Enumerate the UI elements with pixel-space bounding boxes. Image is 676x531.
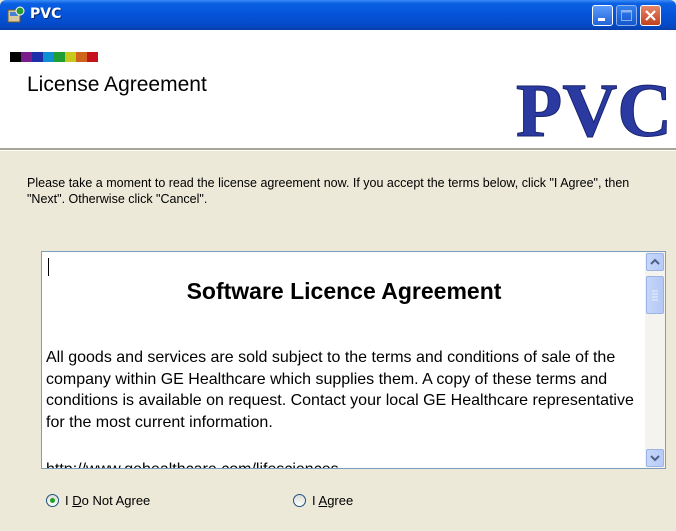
minimize-icon (598, 18, 605, 21)
color-strip-segment (76, 52, 87, 62)
do-not-agree-label: I Do Not Agree (65, 493, 151, 508)
radio-unselected-indicator[interactable] (293, 494, 306, 507)
scroll-up-button[interactable] (646, 253, 664, 271)
color-strip-segment (87, 52, 98, 62)
page-title: License Agreement (27, 73, 207, 96)
scroll-down-button[interactable] (646, 449, 664, 467)
do-not-agree-radio[interactable]: I Do Not Agree (46, 493, 150, 508)
color-strip-segment (43, 52, 54, 62)
installer-window: PVC License Agreement PVC Please take a … (0, 0, 676, 531)
agree-label: I Agree (312, 493, 354, 508)
scroll-thumb[interactable] (646, 276, 664, 314)
text-caret (48, 258, 49, 276)
license-heading: Software Licence Agreement (186, 278, 502, 304)
header-divider (0, 148, 676, 151)
window-title: PVC (30, 6, 62, 22)
chevron-up-icon (650, 258, 660, 265)
license-textarea[interactable]: Software Licence Agreement All goods and… (41, 251, 666, 469)
close-button[interactable] (640, 5, 661, 26)
color-strip-segment (10, 52, 21, 62)
radio-selected-indicator[interactable] (46, 494, 59, 507)
grip-icon (652, 290, 658, 301)
pvc-logo: PVC (515, 69, 672, 149)
color-strip-segment (54, 52, 65, 62)
instructions-text: Please take a moment to read the license… (27, 176, 630, 206)
minimize-button[interactable] (592, 5, 613, 26)
color-strip-segment (21, 52, 32, 62)
color-strip (10, 52, 98, 62)
license-link: http://www.gehealthcare.com/lifesciences (46, 461, 339, 468)
license-body: All goods and services are sold subject … (46, 349, 634, 431)
installer-app-icon (7, 6, 25, 23)
vertical-scrollbar[interactable] (645, 252, 665, 468)
logo-text: PVC (516, 69, 672, 148)
chevron-down-icon (650, 455, 660, 462)
close-icon (645, 10, 656, 21)
title-bar[interactable]: PVC (0, 0, 676, 30)
maximize-button (616, 5, 637, 26)
color-strip-segment (32, 52, 43, 62)
wizard-header: License Agreement PVC (0, 30, 676, 148)
maximize-icon (621, 10, 632, 21)
color-strip-segment (65, 52, 76, 62)
agree-radio[interactable]: I Agree (293, 493, 353, 508)
